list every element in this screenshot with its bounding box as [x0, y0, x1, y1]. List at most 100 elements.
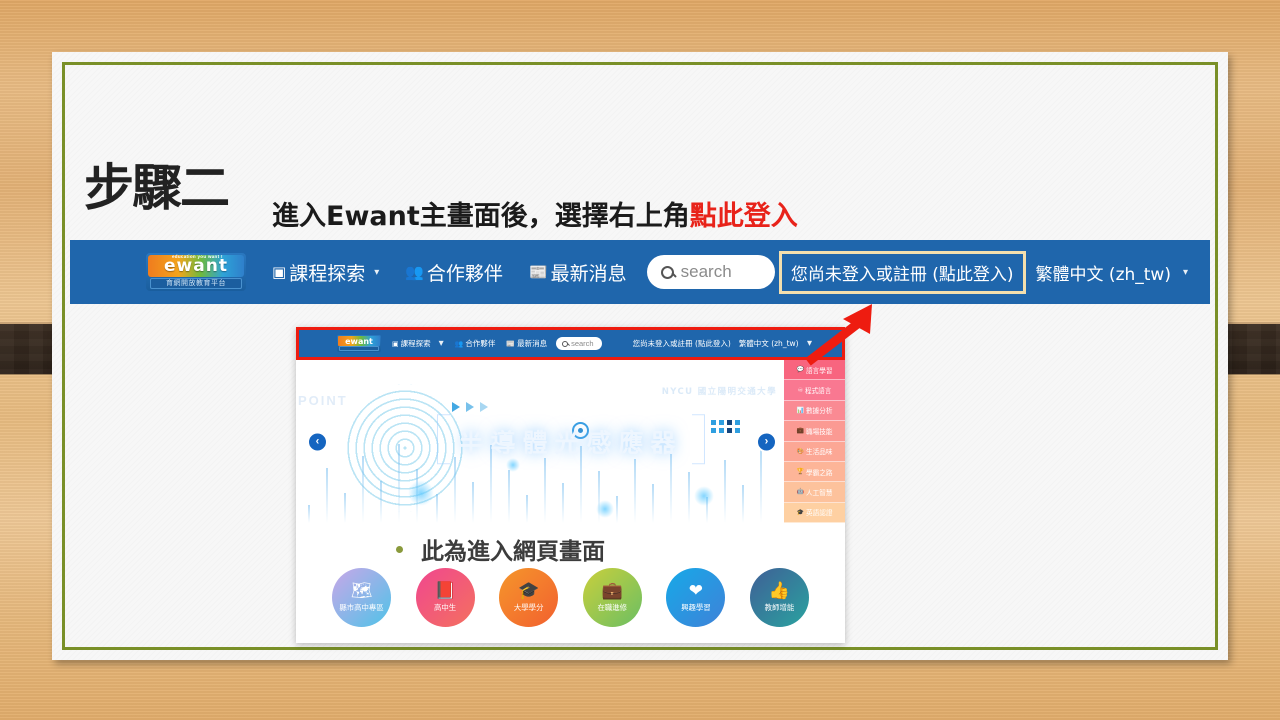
- category-icon: 🎓: [796, 508, 805, 516]
- bullet-icon: [396, 545, 403, 553]
- category-icon: 🏆: [796, 468, 805, 476]
- category-label: 程式語言: [805, 387, 832, 396]
- quick-link-label: 教師增能: [764, 602, 795, 612]
- logo-tagline: education you want !: [172, 254, 223, 259]
- category-label: 人工智慧: [806, 488, 833, 497]
- quick-link-label: 高中生: [434, 602, 457, 612]
- quick-link-label: 縣市高中專區: [339, 602, 384, 612]
- category-label: 學霸之路: [806, 468, 833, 477]
- nav-item-news[interactable]: 📰 最新消息: [529, 259, 627, 286]
- category-label: 語言學習: [806, 366, 833, 375]
- quick-link-circle[interactable]: 👍 教師增能: [749, 568, 809, 627]
- ewant-navbar: ewant education you want ! 育網開放教育平台 ▣ 課程…: [70, 240, 1210, 304]
- category-item[interactable]: ♾ 程式語言: [784, 380, 845, 401]
- category-icon: 📊: [796, 406, 805, 414]
- login-button[interactable]: 您尚未登入或註冊 (點此登入): [778, 250, 1026, 294]
- screenshot-nav-courses[interactable]: ▣ 課程探索 ▾: [392, 338, 444, 349]
- dot-grid-decoration: [711, 420, 741, 433]
- people-icon: 👥: [454, 339, 464, 348]
- search-placeholder: search: [680, 262, 732, 281]
- glow-decoration: [694, 486, 714, 506]
- quick-links-row: 🗺 縣市高中專區 📕 高中生 🎓 大學學分 💼 在職進修 ❤ 興趣學習 👍 教師增能: [332, 568, 809, 627]
- category-label: 英語認證: [806, 509, 833, 518]
- chevron-down-icon: ▾: [438, 338, 444, 349]
- category-icon: 🎨: [796, 447, 805, 455]
- screenshot-logo-wordmark: ewant: [338, 336, 380, 346]
- category-item[interactable]: 🎓 英語認證: [784, 502, 845, 523]
- monitor-icon: ▣: [392, 339, 399, 348]
- search-icon: [562, 340, 569, 347]
- screenshot-nav-partners-label: 合作夥伴: [465, 339, 496, 348]
- quick-link-circle[interactable]: 💼 在職進修: [582, 568, 642, 627]
- category-item[interactable]: 🏆 學霸之路: [784, 461, 845, 483]
- carousel-prev-button[interactable]: ‹: [307, 431, 328, 452]
- category-label: 生活品味: [806, 448, 833, 457]
- quick-link-icon: ❤: [688, 580, 703, 601]
- quick-link-icon: 🎓: [518, 580, 540, 601]
- screenshot-search-input[interactable]: search: [556, 337, 602, 350]
- category-item[interactable]: 📊 數據分析: [784, 400, 845, 422]
- ewant-logo[interactable]: ewant education you want ! 育網開放教育平台: [146, 253, 246, 291]
- screenshot-nav-news-label: 最新消息: [517, 339, 548, 348]
- screenshot-nav-news[interactable]: 📰 最新消息: [506, 338, 547, 349]
- red-arrow-annotation: [800, 296, 920, 366]
- quick-link-label: 興趣學習: [681, 602, 711, 612]
- quick-link-icon: 📕: [434, 580, 456, 601]
- subtitle-plain: 進入Ewant主畫面後，選擇右上角: [272, 201, 690, 232]
- subtitle-highlight: 點此登入: [689, 201, 798, 232]
- triangle-accent-icon: [452, 402, 488, 412]
- screenshot-logo[interactable]: ewant: [337, 335, 381, 352]
- logo-subtitle: 育網開放教育平台: [150, 278, 242, 289]
- chevron-down-icon: ▾: [374, 266, 380, 278]
- quick-link-circle[interactable]: ❤ 興趣學習: [666, 568, 726, 627]
- quick-link-icon: 👍: [768, 580, 791, 601]
- screenshot-login-button[interactable]: 您尚未登入或註冊 (點此登入): [633, 338, 731, 349]
- search-icon: [660, 265, 674, 279]
- glow-decoration: [408, 480, 434, 506]
- carousel-next-button[interactable]: ›: [756, 431, 777, 452]
- quick-link-circle[interactable]: 🗺 縣市高中專區: [332, 568, 391, 627]
- banner-title: 半導體光感應器: [436, 413, 705, 464]
- screenshot-nav-partners[interactable]: 👥 合作夥伴: [455, 338, 496, 349]
- category-item[interactable]: 💼 職場技能: [784, 421, 845, 442]
- navbar-right: 您尚未登入或註冊 (點此登入) 繁體中文 (zh_tw) ▾: [778, 250, 1210, 294]
- category-sidebar: 💬 語言學習 ♾ 程式語言 📊 數據分析 💼 職場技能 🎨 生活品味 🏆 學霸之路 🤖 人工智慧 🎓 英語認證: [784, 360, 845, 523]
- quick-link-label: 在職進修: [597, 602, 628, 612]
- nav-item-partners-label: 合作夥伴: [426, 262, 503, 285]
- nav-item-courses[interactable]: ▣ 課程探索 ▾: [272, 259, 379, 286]
- category-icon: 💼: [796, 427, 805, 435]
- hero-banner: POINT NYCU 國立陽明交通大學 半導體光感應器 ‹ ›: [296, 360, 845, 523]
- language-selector[interactable]: 繁體中文 (zh_tw) ▾: [1036, 260, 1188, 285]
- page-title: 步驟二: [84, 159, 230, 217]
- ghost-text: POINT: [298, 393, 348, 408]
- monitor-icon: ▣: [272, 262, 287, 281]
- news-icon: 📰: [528, 262, 548, 281]
- category-label: 數據分析: [806, 407, 833, 416]
- quick-link-circle[interactable]: 📕 高中生: [415, 568, 475, 627]
- category-item[interactable]: 🤖 人工智慧: [784, 482, 845, 503]
- nav-item-courses-label: 課程探索: [289, 262, 366, 285]
- caption-text: 此為進入網頁畫面: [421, 539, 605, 565]
- quick-link-label: 大學學分: [513, 602, 544, 612]
- quick-link-circle[interactable]: 🎓 大學學分: [499, 568, 559, 627]
- screenshot-nav-courses-label: 課程探索: [400, 339, 431, 348]
- chevron-down-icon: ▾: [1182, 266, 1188, 278]
- search-input[interactable]: search: [646, 255, 775, 289]
- category-icon: 🤖: [796, 488, 805, 496]
- quick-link-icon: 🗺: [350, 580, 373, 601]
- news-icon: 📰: [506, 339, 516, 348]
- category-label: 職場技能: [806, 427, 833, 436]
- university-name: NYCU 國立陽明交通大學: [661, 387, 777, 397]
- people-icon: 👥: [405, 262, 424, 281]
- language-label: 繁體中文 (zh_tw): [1035, 264, 1171, 285]
- glow-decoration: [596, 500, 614, 518]
- quick-link-icon: 💼: [601, 580, 623, 601]
- screenshot-language-label: 繁體中文 (zh_tw): [738, 339, 799, 348]
- screenshot-navbar: ewant ▣ 課程探索 ▾ 👥 合作夥伴 📰 最新消息 search 您尚未登…: [296, 327, 845, 360]
- category-item[interactable]: 🎨 生活品味: [784, 441, 845, 462]
- screenshot-logo-subtitle: [339, 346, 379, 351]
- caption-row: 此為進入網頁畫面: [396, 532, 605, 566]
- category-icon: ♾: [797, 386, 803, 394]
- nav-item-news-label: 最新消息: [550, 262, 627, 285]
- nav-item-partners[interactable]: 👥 合作夥伴: [405, 259, 503, 286]
